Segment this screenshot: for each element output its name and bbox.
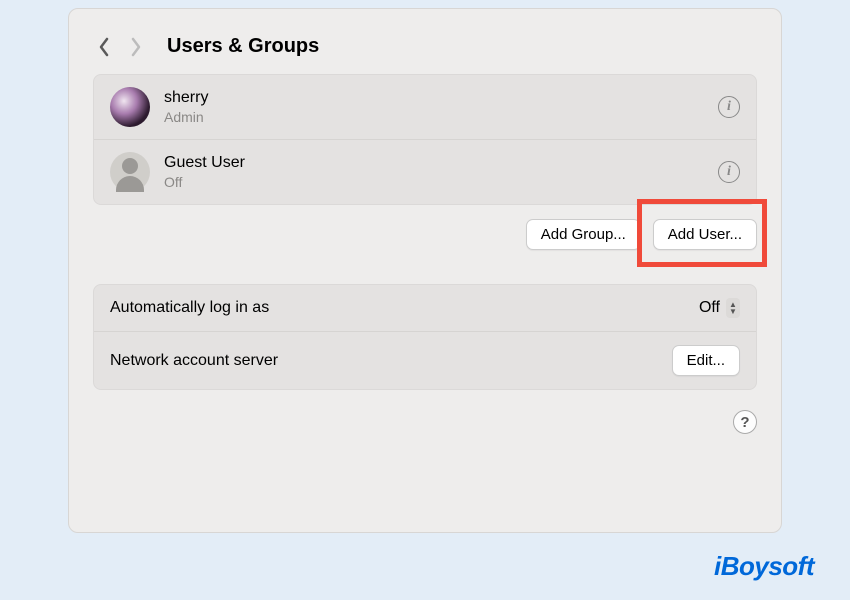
help-row: ? xyxy=(93,410,757,434)
chevron-updown-icon: ▲▼ xyxy=(726,298,740,318)
add-user-button[interactable]: Add User... xyxy=(653,219,757,250)
avatar-guest xyxy=(110,152,150,192)
user-text: Guest User Off xyxy=(164,154,704,190)
back-icon[interactable] xyxy=(97,36,111,58)
user-text: sherry Admin xyxy=(164,89,704,125)
options-section: Automatically log in as Off ▲▼ Network a… xyxy=(93,284,757,390)
help-icon[interactable]: ? xyxy=(733,410,757,434)
button-row: Add Group... Add User... xyxy=(93,219,757,250)
auto-login-value-text: Off xyxy=(699,299,720,317)
user-row-sherry[interactable]: sherry Admin i xyxy=(94,75,756,139)
user-name: Guest User xyxy=(164,154,704,172)
users-section: sherry Admin i Guest User Off i xyxy=(93,74,757,205)
auto-login-row: Automatically log in as Off ▲▼ xyxy=(94,285,756,331)
info-icon[interactable]: i xyxy=(718,161,740,183)
watermark-logo: iBoysoft xyxy=(714,551,814,582)
auto-login-value[interactable]: Off ▲▼ xyxy=(699,298,740,318)
network-server-row: Network account server Edit... xyxy=(94,331,756,389)
forward-icon xyxy=(129,36,143,58)
add-group-button[interactable]: Add Group... xyxy=(526,219,641,250)
auto-login-label: Automatically log in as xyxy=(110,299,685,317)
page-title: Users & Groups xyxy=(167,35,319,58)
user-row-guest[interactable]: Guest User Off i xyxy=(94,139,756,204)
info-icon[interactable]: i xyxy=(718,96,740,118)
header: Users & Groups xyxy=(93,27,757,74)
avatar-sherry xyxy=(110,87,150,127)
user-name: sherry xyxy=(164,89,704,107)
settings-panel: Users & Groups sherry Admin i Guest User… xyxy=(68,8,782,533)
network-server-label: Network account server xyxy=(110,352,658,370)
user-role: Admin xyxy=(164,109,704,125)
user-role: Off xyxy=(164,174,704,190)
edit-button[interactable]: Edit... xyxy=(672,345,740,376)
